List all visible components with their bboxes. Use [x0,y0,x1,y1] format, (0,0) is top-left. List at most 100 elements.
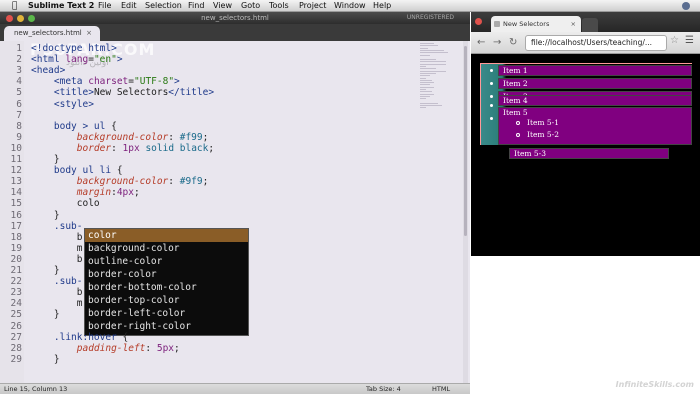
list-item-label: Item 5 [503,108,528,117]
code-token: 5px [156,342,175,354]
line-number: 4 [16,76,22,88]
bullet-icon [490,95,493,98]
syntax-selector[interactable]: HTML [432,384,450,394]
autocomplete-item[interactable]: outline-color [85,255,248,268]
autocomplete-item[interactable]: background-color [85,242,248,255]
line-number: 2 [16,54,22,66]
code-line: b [31,231,83,243]
code-token: ; [202,176,209,188]
back-icon[interactable]: ← [477,36,485,50]
code-token: m [31,242,83,254]
browser-close-icon[interactable] [475,18,482,25]
code-token: > [174,76,180,88]
code-token: #f99 [179,131,203,143]
tab-size-selector[interactable]: Tab Size: 4 [366,384,401,394]
file-tab[interactable]: new_selectors.html × [4,26,100,41]
screen:  Sublime Text 2 File Edit Selection Fin… [0,0,700,394]
zoom-window-icon[interactable] [28,15,35,22]
code-token: "UTF-8" [134,76,175,88]
code-line: m [31,242,83,254]
code-token: <html [31,54,66,66]
browser-menu-icon[interactable]: ☰ [685,35,694,46]
code-line: b [31,287,83,298]
menu-help[interactable]: Help [373,0,391,12]
code-token: .sub- [53,220,83,232]
code-line: m [31,298,83,310]
code-line: background-color: #9f9; [31,176,209,188]
autocomplete-item[interactable]: border-top-color [85,294,248,307]
unregistered-label: UNREGISTERED [406,14,454,21]
code-line: <head> [31,65,65,76]
line-number: 21 [10,265,22,276]
menu-tools[interactable]: Tools [269,0,289,12]
editor-window: new_selectors.html UNREGISTERED new_sele… [0,12,470,394]
code-token: b [31,231,83,243]
menu-edit[interactable]: Edit [121,0,137,12]
new-tab-button[interactable] [582,18,598,32]
code-token: New Selectors [93,87,169,99]
address-bar[interactable]: file://localhost/Users/teaching/... [525,35,667,51]
browser-window: New Selectors × ← → ↻ file://localhost/U… [471,12,700,256]
code-line: .sub- [31,221,83,232]
menu-find[interactable]: Find [188,0,204,12]
close-window-icon[interactable] [6,15,13,22]
code-token: padding-left [76,342,146,354]
menu-file[interactable]: File [98,0,111,12]
code-line: margin:4px; [31,187,140,198]
bullet-icon [490,117,493,120]
menu-window[interactable]: Window [334,0,366,12]
spotlight-icon[interactable] [682,2,690,10]
code-line: .sub- [31,276,83,287]
code-token: : [145,342,157,354]
code-token: : [111,142,123,154]
line-number: 25 [10,309,22,321]
code-token: ; [174,342,180,354]
code-token: border [76,142,112,154]
list-item: Item 2 [498,78,692,89]
autocomplete-item[interactable]: color [85,229,248,242]
menu-view[interactable]: View [213,0,232,12]
code-token: m [31,298,83,310]
autocomplete-item[interactable]: border-left-color [85,307,248,320]
line-number: 16 [10,209,22,221]
browser-tab[interactable]: New Selectors × [491,16,581,32]
code-line: } [31,354,60,365]
close-tab-icon[interactable]: × [571,16,576,32]
scrollbar-thumb[interactable] [464,46,467,236]
browser-tab-title: New Selectors [503,20,550,28]
line-number-gutter: 1 2 3 4 5 6 7 8 9 10 11 12 13 14 15 16 17 18 19 20 21 22 23 24 2… [0,41,24,383]
apple-icon[interactable]:  [12,0,17,12]
menu-project[interactable]: Project [299,0,326,12]
app-menu[interactable]: Sublime Text 2 [28,0,94,12]
minimap[interactable] [420,43,462,113]
code-token: { [105,120,117,132]
bookmark-star-icon[interactable]: ☆ [670,35,679,46]
close-tab-icon[interactable]: × [86,26,92,41]
line-number: 1 [16,43,22,54]
line-number: 27 [10,331,22,343]
code-token: body > ul [53,120,106,132]
minimize-window-icon[interactable] [17,15,24,22]
code-token: charset [88,76,129,88]
code-token: .sub- [53,276,83,288]
list-item: Item 4 [498,95,692,106]
code-token: </title> [168,87,215,99]
autocomplete-item[interactable]: border-bottom-color [85,281,248,294]
autocomplete-item[interactable]: border-color [85,268,248,281]
sub-list-item: Item 5-2 [527,130,559,139]
line-number: 9 [16,131,22,143]
code-token: } [31,265,60,276]
code-token: solid black [139,142,209,154]
menu-goto[interactable]: Goto [241,0,260,12]
line-number: 18 [10,231,22,243]
code-line: <meta charset="UTF-8"> [31,76,180,87]
circle-bullet-icon [516,133,520,137]
menu-selection[interactable]: Selection [145,0,182,12]
editor-tabbar: new_selectors.html × [0,24,470,41]
forward-icon[interactable]: → [493,36,501,50]
reload-icon[interactable]: ↻ [509,36,517,50]
